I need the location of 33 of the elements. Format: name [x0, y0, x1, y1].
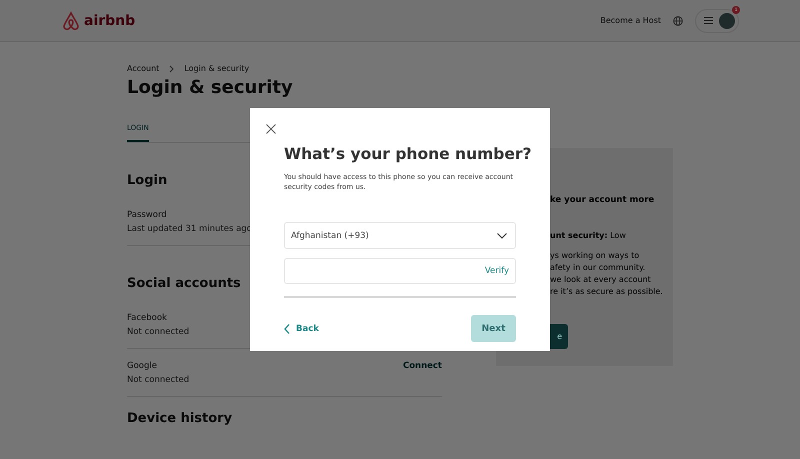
avatar [719, 12, 735, 28]
chevron-down-icon [497, 232, 507, 238]
security-status: unt security: Low [550, 231, 626, 240]
chevron-icon [169, 64, 174, 72]
verify-link[interactable]: Verify [484, 266, 509, 276]
row-label: Facebook [127, 313, 167, 323]
logo-icon [61, 10, 81, 30]
row-detail: Not connected [127, 327, 190, 337]
card-text: we look at every account [550, 274, 651, 286]
row-detail: Not connected [127, 375, 190, 385]
page-title: Login & security [127, 77, 294, 98]
globe-icon[interactable] [673, 16, 683, 26]
connect-link[interactable]: Connect [402, 361, 442, 371]
chevron-left-icon [284, 324, 290, 334]
card-text: afety in our community. [550, 262, 646, 274]
country-select[interactable]: Afghanistan (+93) [284, 222, 516, 249]
card-text: ys working on ways to [550, 250, 640, 262]
section-heading: Device history [127, 411, 232, 426]
modal-title: What’s your phone number? [284, 145, 532, 163]
card-heading: ke your account more [550, 195, 654, 205]
breadcrumb-current[interactable]: Login & security [184, 64, 250, 73]
row-label: Google [127, 361, 157, 371]
become-host-link[interactable]: Become a Host [600, 16, 661, 25]
card-text: re it’s as secure as possible. [550, 286, 663, 298]
section-heading: Social accounts [127, 276, 241, 291]
phone-input-field[interactable]: Verify [284, 258, 516, 284]
row-label: Password [127, 210, 167, 220]
section-heading: Login [127, 173, 168, 188]
menu-icon [704, 17, 713, 24]
close-icon[interactable] [266, 124, 276, 134]
logo-text[interactable]: airbnb [84, 12, 136, 28]
back-link[interactable]: Back [284, 324, 319, 334]
breadcrumb-link[interactable]: Account [127, 64, 160, 73]
